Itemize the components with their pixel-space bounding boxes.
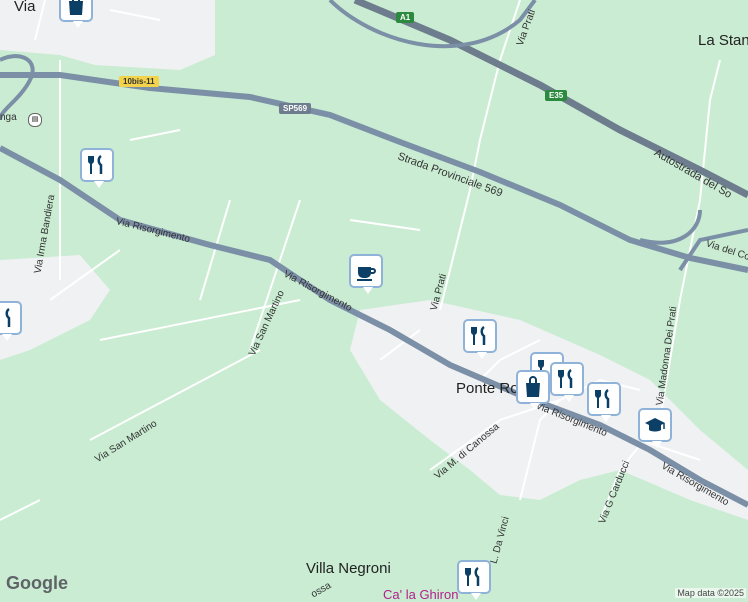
restaurant-icon: [5, 307, 11, 327]
poi-marker-restaurant[interactable]: [457, 560, 491, 600]
poi-marker-restaurant[interactable]: [59, 0, 93, 28]
label-villa-negroni: Villa Negroni: [306, 560, 391, 577]
poi-marker-restaurant[interactable]: [550, 362, 584, 402]
restaurant-icon: [558, 368, 573, 388]
label-la-stanga: La Stan: [698, 32, 748, 49]
poi-marker-shop[interactable]: [516, 370, 550, 410]
poi-marker-restaurant[interactable]: [0, 301, 22, 341]
a1-interchange-loop: [639, 209, 702, 245]
a1-shield: A1: [396, 12, 415, 23]
a1-ramp: [328, 0, 537, 49]
label-station: nga: [0, 112, 17, 123]
restaurant-icon: [471, 325, 486, 345]
e35-shield: E35: [545, 90, 568, 101]
poi-marker-restaurant[interactable]: [80, 148, 114, 188]
map-canvas[interactable]: [0, 0, 748, 600]
label-ponte-rotto: Ponte Ro: [456, 380, 519, 397]
map-attribution[interactable]: Map data ©2025: [675, 588, 746, 598]
route-10bis-shield: 10bis-11: [119, 76, 159, 87]
restaurant-icon: [88, 154, 103, 174]
poi-marker-restaurant[interactable]: [463, 319, 497, 359]
label-via-top: Via: [14, 0, 36, 15]
poi-marker-cafe[interactable]: [349, 254, 383, 294]
school-icon: [645, 418, 665, 432]
restaurant-icon: [465, 566, 480, 586]
shopping-bag-icon: [526, 376, 540, 397]
poi-marker-restaurant[interactable]: [587, 382, 621, 422]
west-junction: [0, 54, 35, 121]
poi-marker-school[interactable]: [638, 408, 672, 448]
coffee-icon: [357, 267, 376, 281]
google-logo: Google: [6, 573, 68, 593]
train-station-icon[interactable]: ▤: [28, 113, 42, 127]
shopping-bag-icon: [69, 0, 83, 15]
restaurant-icon: [595, 388, 610, 408]
sp569-shield: SP569: [279, 103, 312, 114]
